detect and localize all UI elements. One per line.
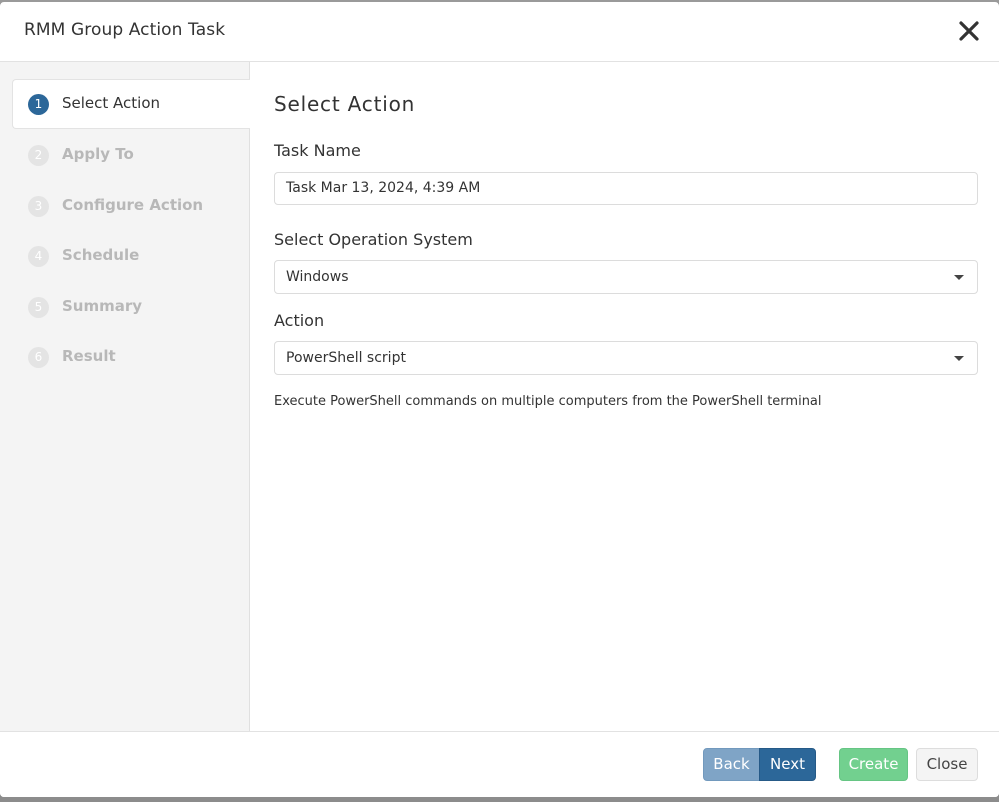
action-label: Action [274, 311, 325, 330]
step-label: Schedule [62, 246, 140, 264]
section-title: Select Action [274, 92, 416, 116]
step-number-badge: 4 [28, 246, 49, 267]
step-content: Select Action Task Name Task Mar 13, 202… [250, 62, 999, 731]
dialog-body: 1 Select Action 2 Apply To 3 Configure A… [0, 62, 999, 731]
back-button[interactable]: Back [703, 748, 760, 781]
step-number-badge: 2 [28, 145, 49, 166]
wizard-steps-sidebar: 1 Select Action 2 Apply To 3 Configure A… [0, 62, 250, 731]
step-label: Apply To [62, 145, 134, 163]
next-button[interactable]: Next [759, 748, 816, 781]
step-label: Result [62, 347, 116, 365]
step-number-badge: 5 [28, 297, 49, 318]
action-value: PowerShell script [286, 350, 406, 366]
step-select-action[interactable]: 1 Select Action [12, 79, 250, 129]
action-select[interactable]: PowerShell script [274, 341, 978, 375]
create-button[interactable]: Create [839, 748, 908, 781]
step-label: Summary [62, 297, 143, 315]
step-number-badge: 1 [28, 94, 49, 115]
close-x-icon[interactable] [957, 16, 981, 44]
dialog-footer: Back Next Create Close [0, 731, 999, 797]
step-label: Select Action [62, 94, 161, 112]
close-button[interactable]: Close [916, 748, 978, 781]
step-number-badge: 3 [28, 196, 49, 217]
step-apply-to[interactable]: 2 Apply To [12, 130, 250, 180]
task-name-label: Task Name [274, 141, 361, 160]
dialog-header: RMM Group Action Task [0, 2, 999, 62]
task-name-input[interactable]: Task Mar 13, 2024, 4:39 AM [274, 172, 978, 205]
step-summary[interactable]: 5 Summary [12, 282, 250, 332]
step-configure-action[interactable]: 3 Configure Action [12, 181, 250, 231]
operating-system-label: Select Operation System [274, 230, 473, 249]
operating-system-select[interactable]: Windows [274, 260, 978, 294]
step-number-badge: 6 [28, 347, 49, 368]
step-schedule[interactable]: 4 Schedule [12, 231, 250, 281]
operating-system-value: Windows [286, 269, 349, 285]
step-label: Configure Action [62, 196, 204, 214]
backdrop-bottom [0, 797, 999, 802]
step-result[interactable]: 6 Result [12, 332, 250, 382]
action-description: Execute PowerShell commands on multiple … [274, 394, 822, 409]
chevron-down-icon [954, 275, 964, 280]
dialog-title: RMM Group Action Task [24, 20, 226, 40]
rmm-group-action-dialog: RMM Group Action Task 1 Select Action 2 … [0, 2, 999, 797]
chevron-down-icon [954, 356, 964, 361]
